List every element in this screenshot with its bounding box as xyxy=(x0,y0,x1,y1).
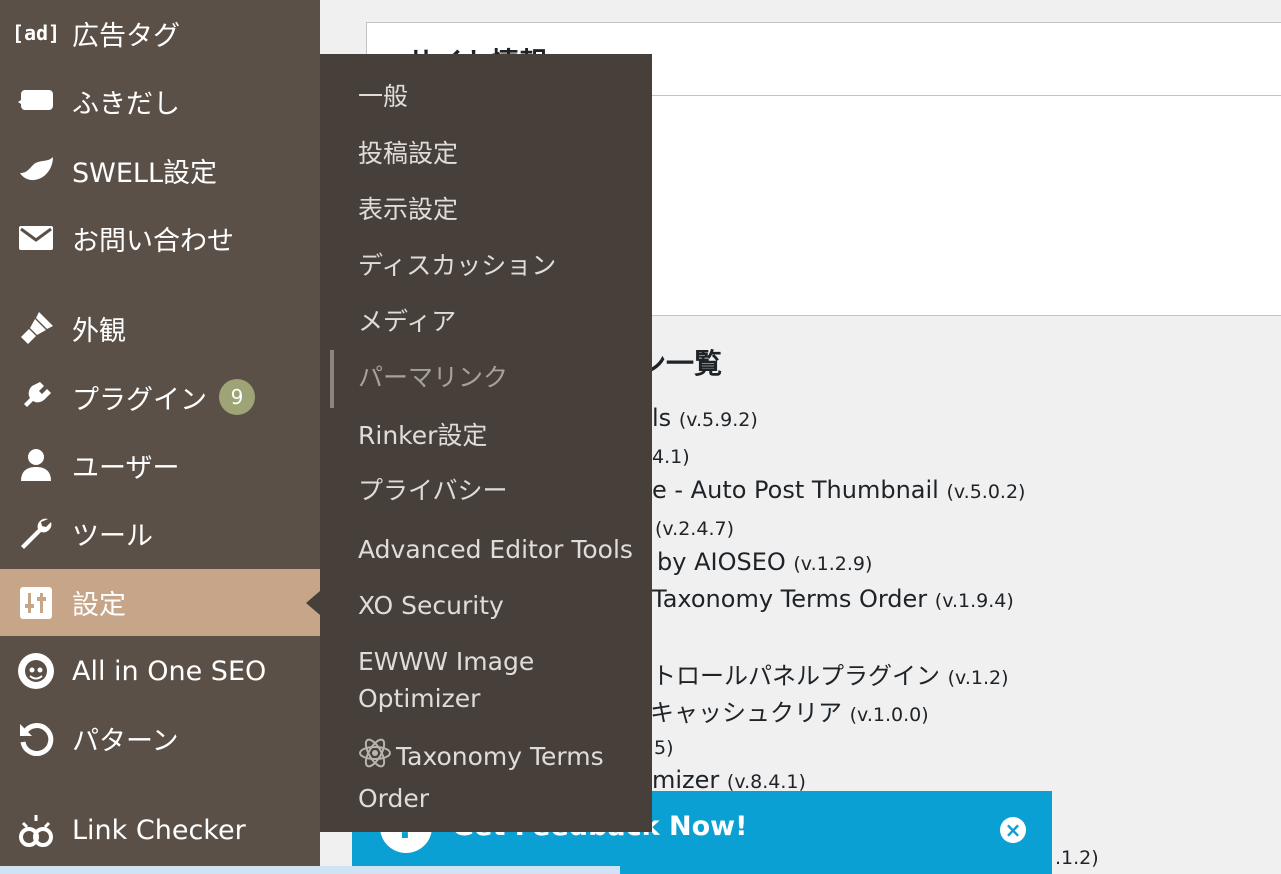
plugin-list-item: by AIOSEO (v.1.2.9) xyxy=(657,548,873,576)
plugin-list-item: 4.1) xyxy=(652,446,690,468)
atom-icon xyxy=(358,736,392,780)
plugin-list-item: (v.2.4.7) xyxy=(655,518,734,540)
plugin-list-item: キャッシュクリア (v.1.0.0) xyxy=(650,699,929,727)
sidebar-item-plugins[interactable]: プラグイン 9 xyxy=(0,364,320,430)
submenu-item-ewww-image-optimizer[interactable]: EWWW Image Optimizer xyxy=(358,643,648,717)
link-checker-icon xyxy=(16,810,56,850)
aioseo-icon xyxy=(16,651,56,691)
sidebar-item-label: ふきだし xyxy=(72,88,180,120)
sidebar-item-label: 広告タグ xyxy=(72,20,180,52)
sidebar-item-swell-settings[interactable]: SWELL設定 xyxy=(0,137,320,203)
speech-bubble-icon xyxy=(16,81,56,121)
submenu-item-permalinks[interactable]: パーマリンク xyxy=(358,359,648,396)
plugin-list-item: e - Auto Post Thumbnail (v.5.0.2) xyxy=(652,476,1026,504)
wrench-icon xyxy=(16,513,56,553)
plugin-list-item: .1.2) xyxy=(1055,847,1099,869)
sidebar-item-label: 設定 xyxy=(72,590,126,621)
bottom-strip xyxy=(0,866,620,874)
sidebar-item-label: ユーザー xyxy=(72,452,180,484)
sidebar-item-label: お問い合わせ xyxy=(72,225,234,257)
submenu-item-xo-security[interactable]: XO Security xyxy=(358,587,648,624)
ad-tag-icon: [ad] xyxy=(11,21,61,45)
sidebar-item-label: 外観 xyxy=(72,315,126,347)
submenu-item-advanced-editor-tools[interactable]: Advanced Editor Tools xyxy=(358,531,648,568)
sidebar-item-appearance[interactable]: 外観 xyxy=(0,295,320,361)
mail-icon xyxy=(16,218,56,258)
sidebar-item-tools[interactable]: ツール xyxy=(0,500,320,566)
current-item-marker xyxy=(330,350,334,408)
sidebar-item-speech-bubble[interactable]: ふきだし xyxy=(0,68,320,134)
settings-submenu: 一般 投稿設定 表示設定 ディスカッション メディア パーマリンク Rinker… xyxy=(320,54,652,832)
submenu-item-label: Taxonomy Terms Order xyxy=(358,742,604,813)
plugin-list-item: mizer (v.8.4.1) xyxy=(652,766,806,794)
plugin-update-count-badge: 9 xyxy=(219,379,255,415)
submenu-item-general[interactable]: 一般 xyxy=(358,78,648,115)
sidebar-item-all-in-one-seo[interactable]: All in One SEO xyxy=(0,638,320,704)
submenu-item-discussion[interactable]: ディスカッション xyxy=(358,247,648,284)
paintbrush-icon xyxy=(16,308,56,348)
submenu-item-rinker-settings[interactable]: Rinker設定 xyxy=(358,417,648,454)
plugin-list-item: Taxonomy Terms Order (v.1.9.4) xyxy=(652,585,1014,613)
sidebar-item-label: All in One SEO xyxy=(72,655,267,687)
plugin-icon xyxy=(16,377,56,417)
sidebar-item-patterns[interactable]: パターン xyxy=(0,705,320,771)
swell-logo-icon xyxy=(16,150,56,190)
admin-sidebar: [ad] 広告タグ ふきだし SWELL設定 お問い合わせ 外観 プラグイン 9 xyxy=(0,0,320,874)
sidebar-item-label: Link Checker xyxy=(72,814,246,846)
sidebar-item-contact[interactable]: お問い合わせ xyxy=(0,205,320,271)
submenu-item-writing[interactable]: 投稿設定 xyxy=(358,135,648,172)
undo-icon xyxy=(16,718,56,758)
user-icon xyxy=(16,445,56,485)
submenu-item-reading[interactable]: 表示設定 xyxy=(358,191,648,228)
sidebar-item-settings[interactable]: 設定 xyxy=(0,569,320,636)
sidebar-item-label: プラグイン xyxy=(72,384,207,416)
close-circle-icon[interactable]: × xyxy=(1000,817,1026,843)
plugin-list-item: ls (v.5.9.2) xyxy=(652,404,758,432)
sidebar-item-label: SWELL設定 xyxy=(72,157,217,189)
submenu-item-privacy[interactable]: プライバシー xyxy=(358,472,648,509)
sidebar-item-link-checker[interactable]: Link Checker xyxy=(0,797,320,863)
submenu-item-taxonomy-terms-order[interactable]: Taxonomy Terms Order xyxy=(358,736,648,817)
submenu-item-media[interactable]: メディア xyxy=(358,303,648,340)
plugin-list-item: 5) xyxy=(654,737,674,759)
sidebar-item-label: ツール xyxy=(72,520,153,552)
settings-sliders-icon xyxy=(16,583,56,623)
sidebar-item-label: パターン xyxy=(72,725,179,757)
plugin-list-item: トロールパネルプラグイン (v.1.2) xyxy=(652,662,1009,690)
sidebar-item-ad-tag[interactable]: [ad] 広告タグ xyxy=(0,0,320,66)
sidebar-item-users[interactable]: ユーザー xyxy=(0,432,320,498)
